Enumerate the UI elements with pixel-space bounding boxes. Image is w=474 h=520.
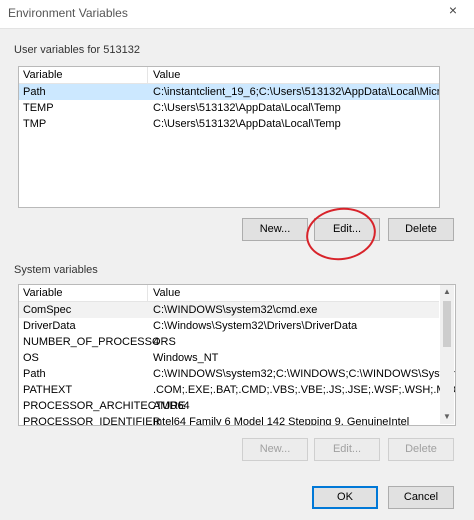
- system-list-header: Variable Value: [19, 285, 439, 302]
- table-row[interactable]: DriverData C:\Windows\System32\Drivers\D…: [19, 318, 439, 334]
- row-value: AMD64: [153, 400, 190, 412]
- row-value: Intel64 Family 6 Model 142 Stepping 9, G…: [153, 416, 410, 426]
- system-variables-label: System variables: [14, 264, 98, 276]
- table-row[interactable]: ComSpec C:\WINDOWS\system32\cmd.exe: [19, 302, 439, 318]
- row-value: C:\WINDOWS\system32;C:\WINDOWS;C:\WINDOW…: [153, 368, 456, 380]
- table-row[interactable]: TEMP C:\Users\513132\AppData\Local\Temp: [19, 100, 439, 116]
- header-variable[interactable]: Variable: [23, 69, 63, 81]
- vertical-scrollbar[interactable]: ▲ ▼: [440, 285, 454, 424]
- window-title: Environment Variables: [8, 6, 128, 20]
- row-variable: DriverData: [23, 320, 76, 332]
- row-variable: TEMP: [23, 102, 54, 114]
- table-row[interactable]: Path C:\WINDOWS\system32;C:\WINDOWS;C:\W…: [19, 366, 455, 382]
- scroll-thumb[interactable]: [443, 301, 451, 347]
- table-row[interactable]: PROCESSOR_ARCHITECTURE AMD64: [19, 398, 439, 414]
- table-row[interactable]: PATHEXT .COM;.EXE;.BAT;.CMD;.VBS;.VBE;.J…: [19, 382, 455, 398]
- user-variables-list[interactable]: Variable Value Path C:\instantclient_19_…: [18, 66, 440, 208]
- row-variable: ComSpec: [23, 304, 72, 316]
- row-variable: OS: [23, 352, 39, 364]
- scroll-down-icon[interactable]: ▼: [440, 412, 454, 422]
- red-circle-annotation: [302, 203, 380, 265]
- row-value: C:\instantclient_19_6;C:\Users\513132\Ap…: [153, 86, 440, 98]
- column-divider[interactable]: [147, 67, 148, 83]
- user-variables-label: User variables for 513132: [14, 44, 140, 56]
- column-divider[interactable]: [147, 285, 148, 301]
- system-edit-button[interactable]: Edit...: [314, 438, 380, 461]
- table-row[interactable]: TMP C:\Users\513132\AppData\Local\Temp: [19, 116, 439, 132]
- table-row[interactable]: NUMBER_OF_PROCESSORS 4: [19, 334, 439, 350]
- header-value[interactable]: Value: [153, 69, 180, 81]
- row-value: 4: [153, 336, 160, 348]
- row-value: Windows_NT: [153, 352, 219, 364]
- header-variable[interactable]: Variable: [23, 287, 63, 299]
- row-value: C:\Users\513132\AppData\Local\Temp: [153, 118, 341, 130]
- system-new-button[interactable]: New...: [242, 438, 308, 461]
- row-variable: Path: [23, 368, 46, 380]
- row-value: C:\Users\513132\AppData\Local\Temp: [153, 102, 341, 114]
- cancel-button[interactable]: Cancel: [388, 486, 454, 509]
- user-list-header: Variable Value: [19, 67, 439, 84]
- system-variables-list[interactable]: Variable Value ComSpec C:\WINDOWS\system…: [18, 284, 456, 426]
- table-row[interactable]: PROCESSOR_IDENTIFIER Intel64 Family 6 Mo…: [19, 414, 439, 426]
- user-delete-button[interactable]: Delete: [388, 218, 454, 241]
- row-value: .COM;.EXE;.BAT;.CMD;.VBS;.VBE;.JS;.JSE;.…: [153, 384, 456, 396]
- row-variable: PATHEXT: [23, 384, 73, 396]
- row-variable: PROCESSOR_IDENTIFIER: [23, 416, 161, 426]
- ok-button[interactable]: OK: [312, 486, 378, 509]
- user-new-button[interactable]: New...: [242, 218, 308, 241]
- scroll-up-icon[interactable]: ▲: [440, 287, 454, 297]
- row-variable: Path: [23, 86, 46, 98]
- table-row[interactable]: OS Windows_NT: [19, 350, 439, 366]
- row-variable: TMP: [23, 118, 47, 130]
- table-row[interactable]: Path C:\instantclient_19_6;C:\Users\5131…: [19, 84, 439, 100]
- title-bar: Environment Variables ×: [0, 0, 474, 29]
- close-icon[interactable]: ×: [444, 2, 462, 20]
- row-value: C:\Windows\System32\Drivers\DriverData: [153, 320, 358, 332]
- header-value[interactable]: Value: [153, 287, 180, 299]
- system-delete-button[interactable]: Delete: [388, 438, 454, 461]
- row-value: C:\WINDOWS\system32\cmd.exe: [153, 304, 318, 316]
